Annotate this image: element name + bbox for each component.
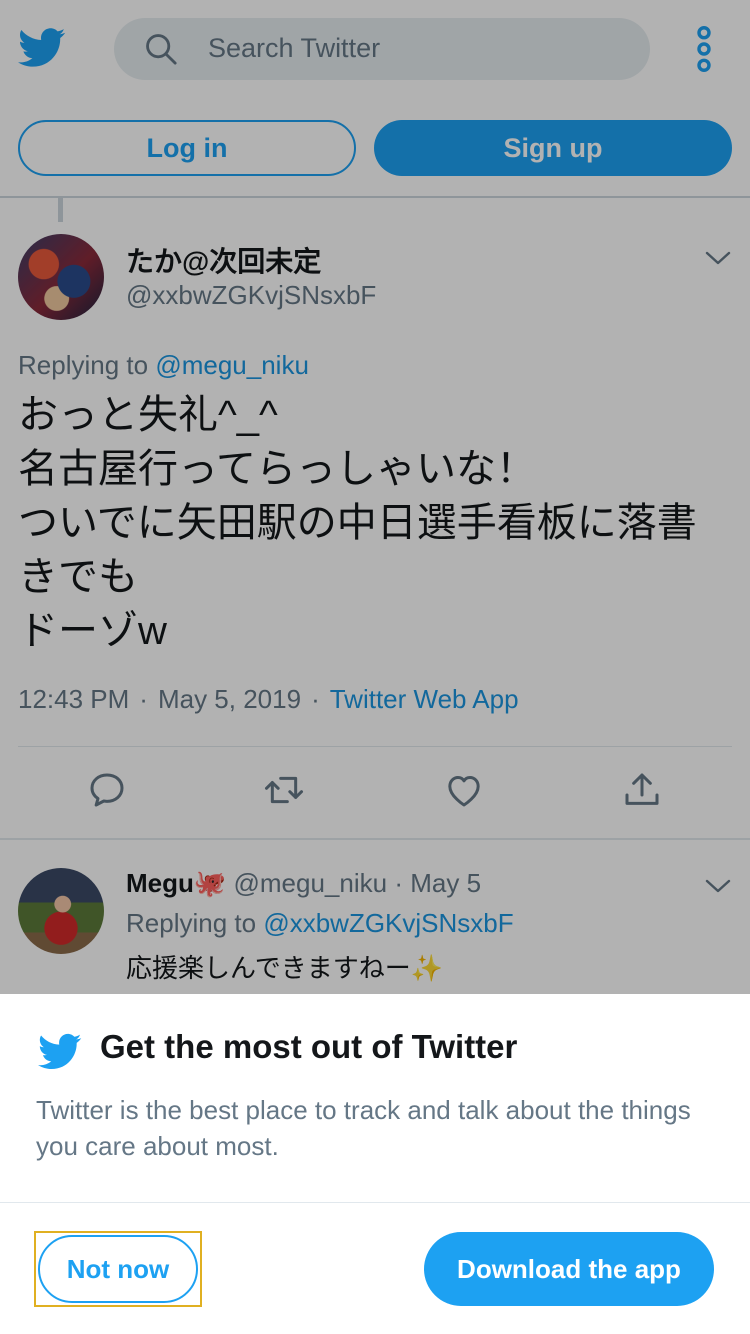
- not-now-button[interactable]: Not now: [38, 1235, 198, 1303]
- sheet-title: Get the most out of Twitter: [100, 1028, 518, 1065]
- not-now-focus-ring: Not now: [34, 1231, 202, 1307]
- divider: [0, 1202, 750, 1203]
- sheet-body: Twitter is the best place to track and t…: [36, 1095, 691, 1161]
- modal-backdrop[interactable]: [0, 0, 750, 994]
- twitter-bird-icon: [38, 1033, 82, 1070]
- download-app-button[interactable]: Download the app: [424, 1232, 714, 1306]
- app-promo-sheet: Get the most out of Twitter Twitter is t…: [0, 994, 750, 1334]
